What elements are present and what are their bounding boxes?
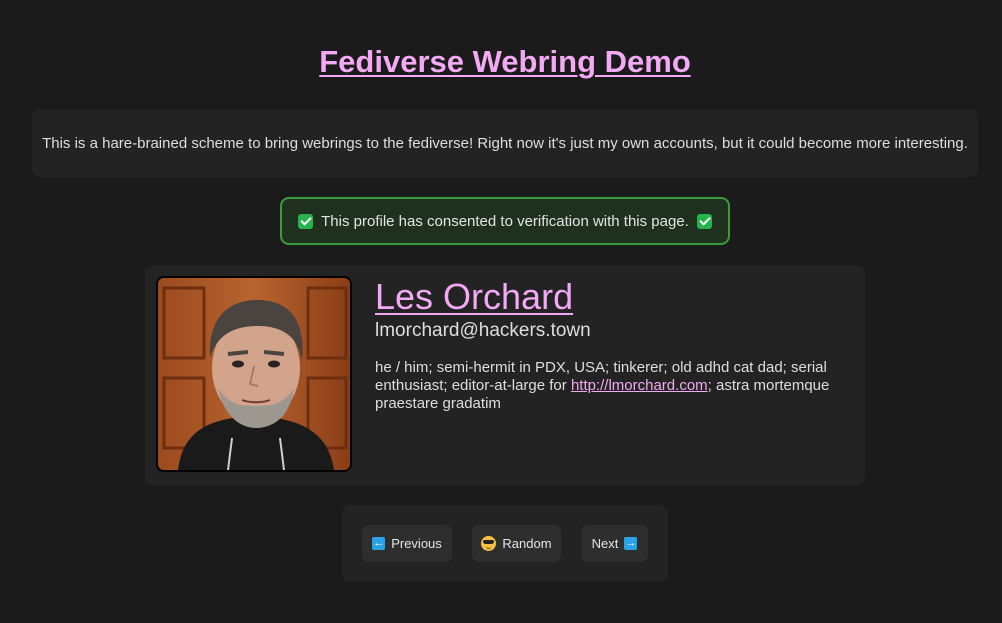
- next-label: Next: [591, 536, 619, 551]
- intro-text: This is a hare-brained scheme to bring w…: [42, 134, 968, 152]
- profile-card: Les Orchard lmorchard@hackers.town he / …: [145, 265, 865, 485]
- previous-label: Previous: [391, 536, 442, 551]
- left-arrow-icon: ←: [372, 537, 386, 550]
- verification-banner: This profile has consented to verificati…: [280, 197, 730, 245]
- profile-handle: lmorchard@hackers.town: [375, 320, 591, 341]
- bio-website-link[interactable]: http://lmorchard.com: [571, 377, 708, 394]
- check-mark-icon: [298, 213, 314, 229]
- avatar-image: [158, 278, 350, 470]
- profile-bio: he / him; semi-hermit in PDX, USA; tinke…: [375, 359, 845, 413]
- random-button[interactable]: Random: [472, 525, 561, 562]
- page-title-link[interactable]: Fediverse Webring Demo: [319, 44, 691, 79]
- page-heading: Fediverse Webring Demo: [0, 44, 1002, 80]
- random-label: Random: [502, 536, 552, 551]
- webring-nav: ← Previous Random Next →: [342, 505, 668, 582]
- next-button[interactable]: Next →: [581, 525, 648, 562]
- previous-button[interactable]: ← Previous: [362, 525, 452, 562]
- intro-panel: This is a hare-brained scheme to bring w…: [32, 109, 978, 177]
- right-arrow-icon: →: [624, 537, 638, 550]
- profile-name-link[interactable]: Les Orchard: [375, 277, 845, 317]
- check-mark-icon: [696, 213, 712, 229]
- profile-details: Les Orchard lmorchard@hackers.town he / …: [375, 277, 845, 413]
- avatar[interactable]: [156, 276, 352, 472]
- page: Fediverse Webring Demo This is a hare-br…: [0, 0, 1002, 623]
- sunglasses-face-icon: [481, 536, 497, 551]
- verification-text: This profile has consented to verificati…: [321, 212, 689, 230]
